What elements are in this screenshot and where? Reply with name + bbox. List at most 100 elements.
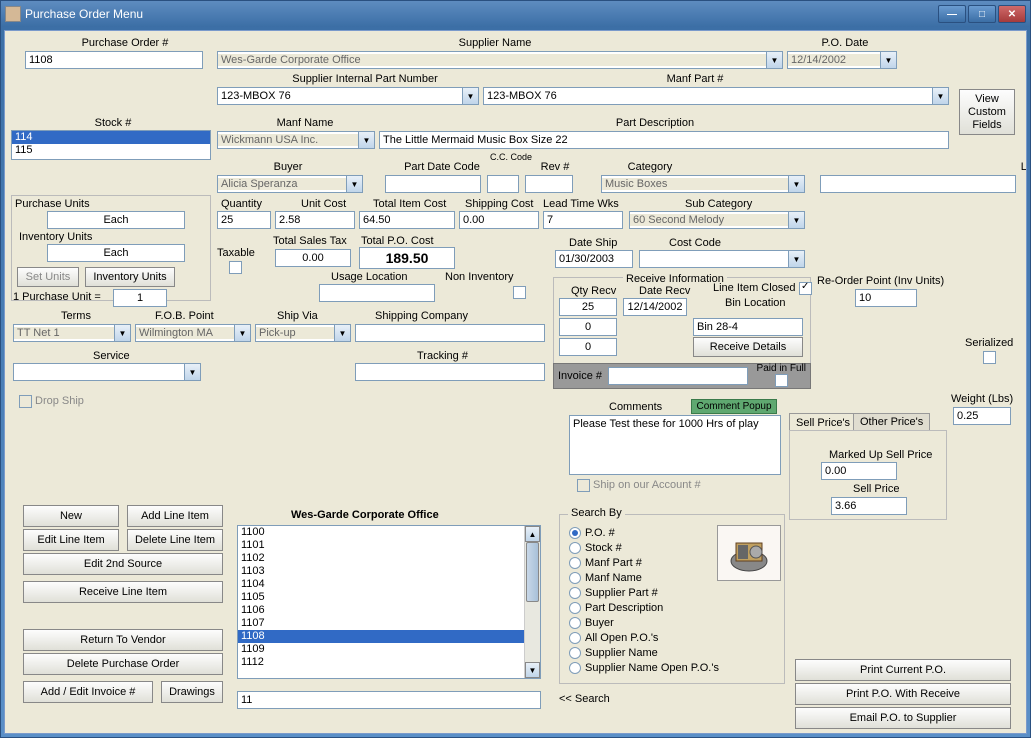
bin-loc-input[interactable] bbox=[693, 318, 803, 336]
minimize-button[interactable]: — bbox=[938, 5, 966, 23]
close-button[interactable]: ✕ bbox=[998, 5, 1026, 23]
delete-line-button[interactable]: Delete Line Item bbox=[127, 529, 223, 551]
delete-po-button[interactable]: Delete Purchase Order bbox=[23, 653, 223, 675]
search-radio[interactable] bbox=[569, 587, 581, 599]
search-input[interactable] bbox=[237, 691, 541, 709]
ship-via-combo[interactable]: Pick-up▼ bbox=[255, 324, 351, 342]
service-combo[interactable]: ▼ bbox=[13, 363, 201, 381]
qty-recv-1[interactable] bbox=[559, 298, 617, 316]
part-date-code-input[interactable] bbox=[385, 175, 481, 193]
search-radio-label[interactable]: Supplier Name bbox=[585, 647, 658, 659]
comment-popup-button[interactable]: Comment Popup bbox=[691, 399, 777, 414]
lead-time-input[interactable] bbox=[543, 211, 623, 229]
maximize-button[interactable]: □ bbox=[968, 5, 996, 23]
search-radio-label[interactable]: Supplier Part # bbox=[585, 587, 658, 599]
search-radio-label[interactable]: Part Description bbox=[585, 602, 663, 614]
supplier-name-combo[interactable]: Wes-Garde Corporate Office▼ bbox=[217, 51, 783, 69]
print-po-button[interactable]: Print Current P.O. bbox=[795, 659, 1011, 681]
buyer-combo[interactable]: Alicia Speranza▼ bbox=[217, 175, 363, 193]
weight-input[interactable] bbox=[953, 407, 1011, 425]
print-recv-button[interactable]: Print P.O. With Receive bbox=[795, 683, 1011, 705]
list-item[interactable]: 115 bbox=[12, 144, 210, 157]
search-radio[interactable] bbox=[569, 527, 581, 539]
receive-line-button[interactable]: Receive Line Item bbox=[23, 581, 223, 603]
drawings-button[interactable]: Drawings bbox=[161, 681, 223, 703]
search-radio-label[interactable]: Manf Name bbox=[585, 572, 642, 584]
edit-2nd-source-button[interactable]: Edit 2nd Source bbox=[23, 553, 223, 575]
rev-input[interactable] bbox=[525, 175, 573, 193]
list-item[interactable]: 1109 bbox=[238, 643, 540, 656]
search-radio-label[interactable]: Supplier Name Open P.O.'s bbox=[585, 662, 719, 674]
invoice-input[interactable] bbox=[608, 367, 748, 385]
search-radio[interactable] bbox=[569, 662, 581, 674]
add-invoice-button[interactable]: Add / Edit Invoice # bbox=[23, 681, 153, 703]
stock-listbox[interactable]: 114115 bbox=[11, 130, 211, 160]
reorder-input[interactable] bbox=[855, 289, 917, 307]
receive-details-button[interactable]: Receive Details bbox=[693, 337, 803, 357]
list-item[interactable]: 1112 bbox=[238, 656, 540, 669]
tab-sell-prices[interactable]: Sell Price's bbox=[789, 413, 857, 431]
po-num-input[interactable] bbox=[25, 51, 203, 69]
quantity-input[interactable] bbox=[217, 211, 271, 229]
serialized-checkbox[interactable] bbox=[983, 351, 996, 364]
qty-recv-2[interactable] bbox=[559, 318, 617, 336]
search-radio-label[interactable]: P.O. # bbox=[585, 527, 615, 539]
search-radio-label[interactable]: Stock # bbox=[585, 542, 622, 554]
total-item-input[interactable] bbox=[359, 211, 455, 229]
purchase-units-input[interactable] bbox=[47, 211, 185, 229]
lot-input[interactable] bbox=[820, 175, 1016, 193]
date-recv-input[interactable] bbox=[623, 298, 687, 316]
category-combo[interactable]: Music Boxes▼ bbox=[601, 175, 805, 193]
list-item[interactable]: 1100 bbox=[238, 526, 540, 539]
list-item[interactable]: 1104 bbox=[238, 578, 540, 591]
tracking-input[interactable] bbox=[355, 363, 545, 381]
list-item[interactable]: 1107 bbox=[238, 617, 540, 630]
search-radio-label[interactable]: Manf Part # bbox=[585, 557, 642, 569]
total-po-input[interactable] bbox=[359, 247, 455, 269]
search-radio[interactable] bbox=[569, 632, 581, 644]
list-item[interactable]: 1102 bbox=[238, 552, 540, 565]
qty-recv-3[interactable] bbox=[559, 338, 617, 356]
search-radio[interactable] bbox=[569, 647, 581, 659]
line-closed-checkbox[interactable] bbox=[799, 282, 812, 295]
search-label[interactable]: << Search bbox=[559, 693, 610, 705]
return-vendor-button[interactable]: Return To Vendor bbox=[23, 629, 223, 651]
list-item[interactable]: 1101 bbox=[238, 539, 540, 552]
shipping-co-input[interactable] bbox=[355, 324, 545, 342]
shipping-cost-input[interactable] bbox=[459, 211, 539, 229]
fob-combo[interactable]: Wilmington MA▼ bbox=[135, 324, 251, 342]
total-tax-input[interactable] bbox=[275, 249, 351, 267]
pu-eq-input[interactable] bbox=[113, 289, 167, 307]
date-ship-input[interactable] bbox=[555, 250, 633, 268]
titlebar[interactable]: Purchase Order Menu — □ ✕ bbox=[1, 1, 1030, 27]
non-inventory-checkbox[interactable] bbox=[513, 286, 526, 299]
view-custom-fields-button[interactable]: View Custom Fields bbox=[959, 89, 1015, 135]
cc-code-input[interactable] bbox=[487, 175, 519, 193]
po-date-combo[interactable]: 12/14/2002▼ bbox=[787, 51, 897, 69]
terms-combo[interactable]: TT Net 1▼ bbox=[13, 324, 131, 342]
inventory-units-button[interactable]: Inventory Units bbox=[85, 267, 175, 287]
add-line-button[interactable]: Add Line Item bbox=[127, 505, 223, 527]
manf-name-combo[interactable]: Wickmann USA Inc.▼ bbox=[217, 131, 375, 149]
cost-code-combo[interactable]: ▼ bbox=[639, 250, 805, 268]
unit-cost-input[interactable] bbox=[275, 211, 355, 229]
search-radio[interactable] bbox=[569, 602, 581, 614]
paid-in-full-checkbox[interactable] bbox=[775, 374, 788, 387]
search-radio-label[interactable]: All Open P.O.'s bbox=[585, 632, 658, 644]
email-po-button[interactable]: Email P.O. to Supplier bbox=[795, 707, 1011, 729]
list-item[interactable]: 1105 bbox=[238, 591, 540, 604]
sub-category-combo[interactable]: 60 Second Melody▼ bbox=[629, 211, 805, 229]
search-radio[interactable] bbox=[569, 617, 581, 629]
marked-up-input[interactable] bbox=[821, 462, 897, 480]
comments-textarea[interactable]: Please Test these for 1000 Hrs of play bbox=[569, 415, 781, 475]
search-radio[interactable] bbox=[569, 572, 581, 584]
edit-line-button[interactable]: Edit Line Item bbox=[23, 529, 119, 551]
taxable-checkbox[interactable] bbox=[229, 261, 242, 274]
scrollbar[interactable]: ▲ ▼ bbox=[524, 526, 540, 678]
scroll-thumb[interactable] bbox=[526, 542, 539, 602]
tab-other-prices[interactable]: Other Price's bbox=[853, 413, 930, 430]
scroll-down-icon[interactable]: ▼ bbox=[525, 662, 540, 678]
search-radio[interactable] bbox=[569, 557, 581, 569]
part-desc-input[interactable] bbox=[379, 131, 949, 149]
scroll-up-icon[interactable]: ▲ bbox=[525, 526, 540, 542]
